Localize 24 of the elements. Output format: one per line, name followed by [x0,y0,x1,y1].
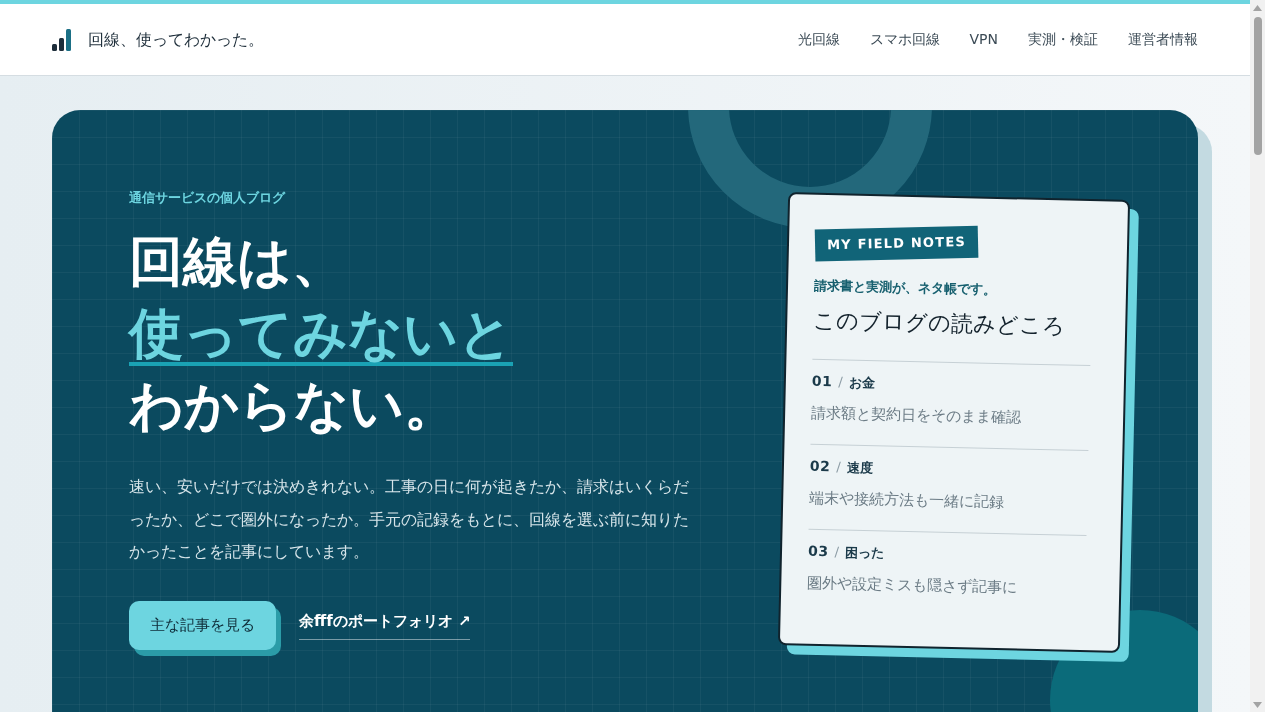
hero-headline: 回線は、 使ってみないと わからない。 [129,229,514,439]
section-label: 02 / 速度 [809,456,874,478]
nav-link[interactable]: 運営者情報 [1128,29,1198,50]
scrollbar[interactable] [1250,0,1265,712]
section-description: 請求額と契約日をそのまま確認 [810,402,1023,429]
notes-title: このブログの読みどころ [812,306,1067,341]
site-title[interactable]: 回線、使ってわかった。 [88,27,264,52]
portfolio-link[interactable]: 余fffのポートフォリオ ↗ [299,610,471,640]
scroll-down-icon[interactable] [1253,702,1262,708]
eyebrow-text: 通信サービスの個人ブログ [129,190,287,206]
section-description: 端末や接続方法も一緒に記録 [809,487,1006,514]
section-label: 03 / 困った [807,541,886,563]
signal-bars-icon[interactable] [52,28,72,51]
section-description: 圏外や設定ミスも隠さず記事に [807,572,1019,599]
notes-subtitle: 請求書と実測が、ネタ帳です。 [813,276,998,299]
section-label: 01 / お金 [811,371,876,393]
nav-link[interactable]: 実測・検証 [1028,29,1098,50]
hero-description: 速い、安いだけでは決めきれない。工事の日に何が起きたか、請求はいくらだったか、どこで圏外になったか。手元の記録をもとに、回線を選ぶ前に知りたかったことを記事にしています。 [129,476,690,563]
nav-link[interactable]: VPN [969,29,998,50]
scrollbar-thumb[interactable] [1253,17,1262,155]
scroll-up-icon[interactable] [1253,5,1262,11]
nav-link[interactable]: 光回線 [797,29,840,50]
notes-tag: MY FIELD NOTES [814,225,979,261]
nav-link[interactable]: スマホ回線 [869,29,940,50]
